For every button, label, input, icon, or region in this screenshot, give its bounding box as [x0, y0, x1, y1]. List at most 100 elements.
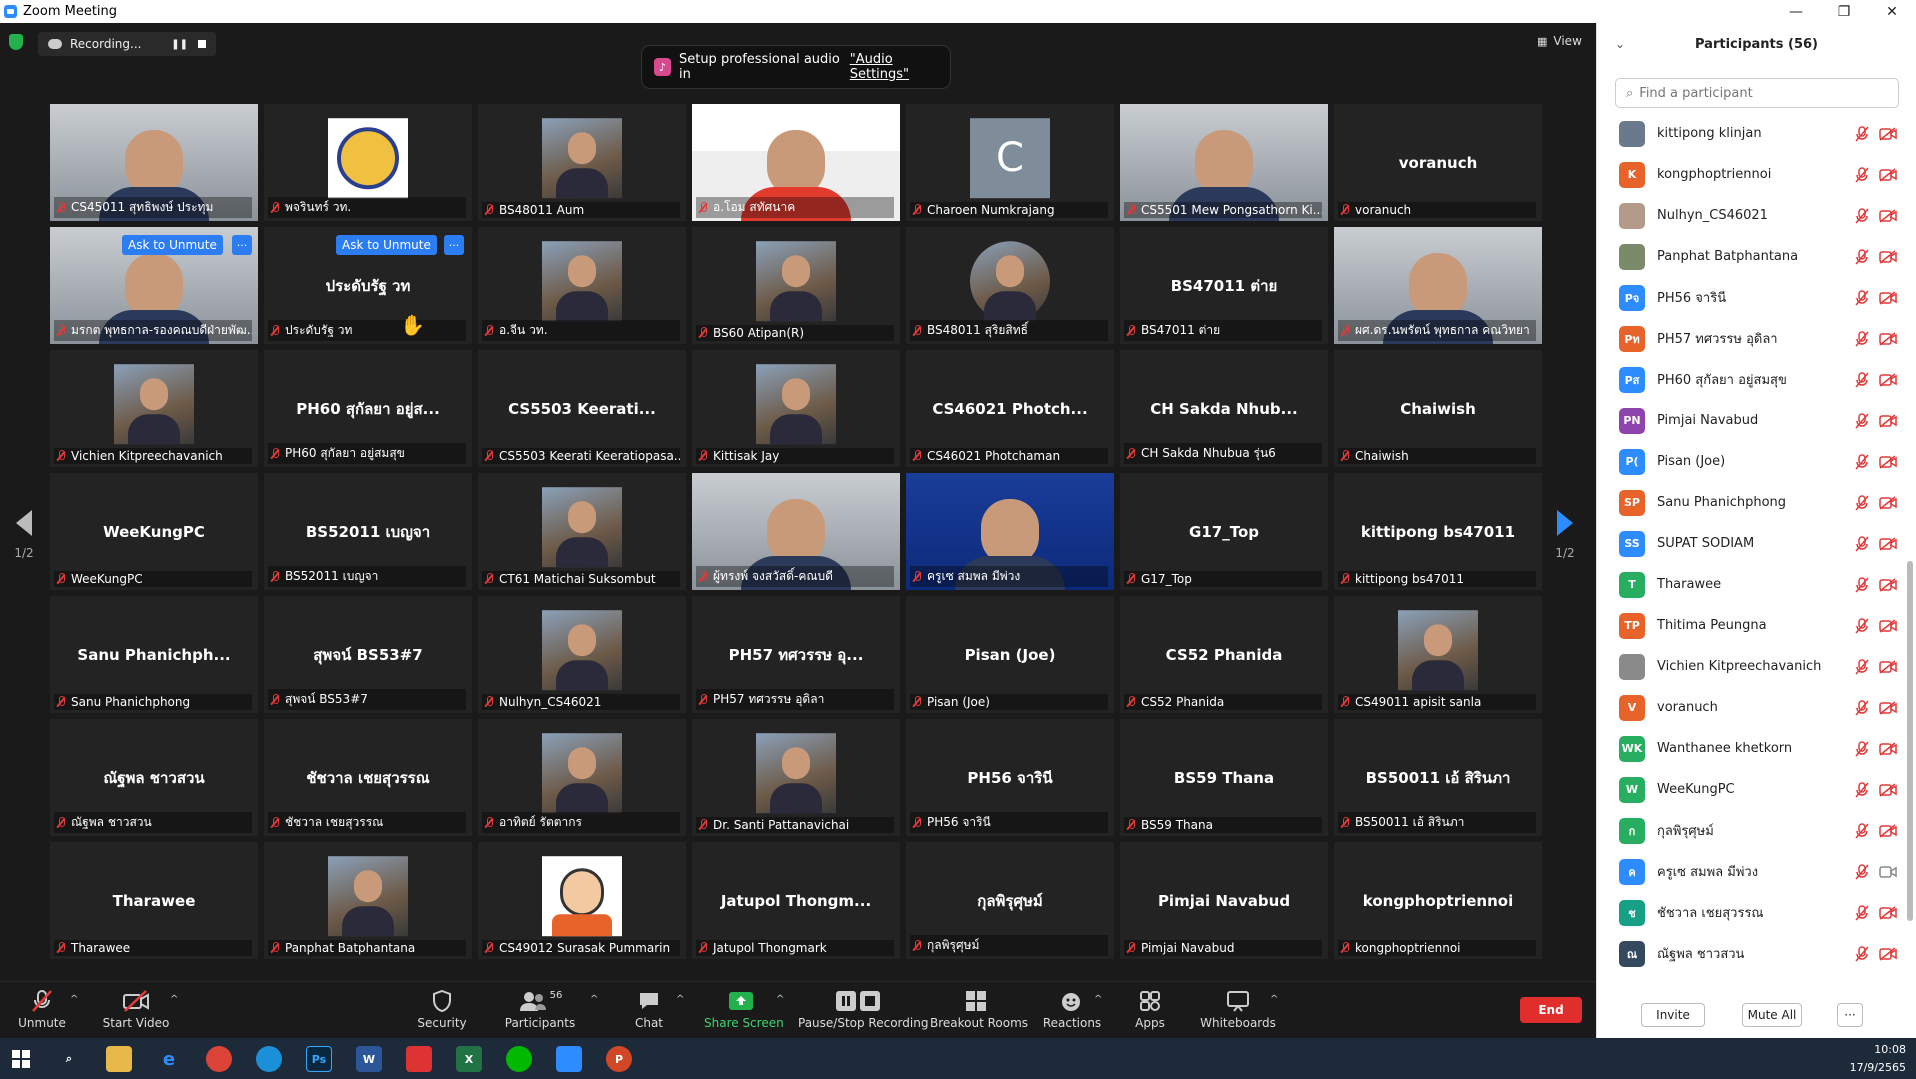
- muted-mic-icon[interactable]: [1855, 822, 1869, 839]
- participant-tile[interactable]: Jatupol Thongm... Jatupol Thongmark: [692, 842, 900, 959]
- muted-mic-icon[interactable]: [1855, 412, 1869, 429]
- muted-mic-icon[interactable]: [1855, 863, 1869, 880]
- muted-mic-icon[interactable]: [1855, 658, 1869, 675]
- participant-tile[interactable]: PH60 สุกัลยา อยู่ส... PH60 สุกัลยา อยู่สม…: [264, 350, 472, 467]
- participant-tile[interactable]: Nulhyn_CS46021: [478, 596, 686, 713]
- video-off-icon[interactable]: [1879, 290, 1897, 305]
- video-off-icon[interactable]: [1879, 372, 1897, 387]
- participant-tile[interactable]: Chaiwish Chaiwish: [1334, 350, 1542, 467]
- video-off-icon[interactable]: [1879, 946, 1897, 961]
- participant-tile[interactable]: สุพจน์ BS53#7 สุพจน์ BS53#7: [264, 596, 472, 713]
- participant-tile[interactable]: voranuch voranuch: [1334, 104, 1542, 221]
- participant-row[interactable]: W WeeKungPC: [1597, 769, 1903, 810]
- chat-button[interactable]: Chat: [626, 982, 672, 1039]
- participant-tile[interactable]: Dr. Santi Pattanavichai: [692, 719, 900, 836]
- whiteboards-button[interactable]: Whiteboards: [1196, 982, 1280, 1039]
- prev-page-button[interactable]: 1/2: [12, 510, 36, 560]
- participant-tile[interactable]: BS48011 สุริยสิทธิ์: [906, 227, 1114, 344]
- participant-row[interactable]: Nulhyn_CS46021: [1597, 195, 1903, 236]
- pause-recording-icon[interactable]: ❚❚: [171, 39, 188, 50]
- video-off-icon[interactable]: [1879, 413, 1897, 428]
- stop-recording-icon[interactable]: [198, 40, 206, 48]
- muted-mic-icon[interactable]: [1855, 699, 1869, 716]
- participant-tile[interactable]: Kittisak Jay: [692, 350, 900, 467]
- video-off-icon[interactable]: [1879, 700, 1897, 715]
- participant-row[interactable]: Pท PH57 ทศวรรษ อุดิลา: [1597, 318, 1903, 359]
- muted-mic-icon[interactable]: [1855, 371, 1869, 388]
- participant-row[interactable]: Panphat Batphantana: [1597, 236, 1903, 277]
- participant-tile[interactable]: Panphat Batphantana: [264, 842, 472, 959]
- start-video-button[interactable]: Start Video: [100, 982, 172, 1039]
- muted-mic-icon[interactable]: [1855, 576, 1869, 593]
- apps-button[interactable]: Apps: [1130, 982, 1170, 1039]
- participant-tile[interactable]: Sanu Phanichph... Sanu Phanichphong: [50, 596, 258, 713]
- participant-tile[interactable]: ผศ.ดร.นพรัตน์ พุทธกาล คณวิทยา: [1334, 227, 1542, 344]
- recording-indicator[interactable]: Recording... ❚❚: [38, 32, 216, 56]
- file-explorer-icon[interactable]: [106, 1046, 132, 1072]
- system-clock[interactable]: 10:08 17/9/2565: [1850, 1041, 1906, 1077]
- participant-tile[interactable]: PH57 ทศวรรษ อุ... PH57 ทศวรรษ อุดิลา: [692, 596, 900, 713]
- excel-icon[interactable]: X: [456, 1046, 482, 1072]
- video-off-icon[interactable]: [1879, 577, 1897, 592]
- participant-tile[interactable]: BS47011 ต่าย BS47011 ต่าย: [1120, 227, 1328, 344]
- participant-tile[interactable]: CS46021 Photch... CS46021 Photchaman: [906, 350, 1114, 467]
- muted-mic-icon[interactable]: [1855, 453, 1869, 470]
- participants-caret[interactable]: ^: [590, 994, 598, 1005]
- word-icon[interactable]: W: [356, 1046, 382, 1072]
- participant-tile[interactable]: ครูเซ สมพล มีพ่วง: [906, 473, 1114, 590]
- encryption-shield-icon[interactable]: [9, 34, 23, 50]
- view-button[interactable]: ▦ View: [1537, 34, 1582, 48]
- share-screen-button[interactable]: Share Screen: [704, 982, 784, 1039]
- participant-tile[interactable]: พจรินทร์ วท.: [264, 104, 472, 221]
- participant-tile[interactable]: CS49012 Surasak Pummarin: [478, 842, 686, 959]
- security-button[interactable]: Security: [412, 982, 472, 1039]
- participant-tile[interactable]: มรกต พุทธกาล-รองคณบดีฝ่ายพัฒ... Ask to Un…: [50, 227, 258, 344]
- maximize-button[interactable]: ❐: [1820, 0, 1868, 23]
- video-options-caret[interactable]: ^: [170, 994, 178, 1005]
- participant-row[interactable]: SP Sanu Phanichphong: [1597, 482, 1903, 523]
- participant-row[interactable]: PN Pimjai Navabud: [1597, 400, 1903, 441]
- close-button[interactable]: ✕: [1868, 0, 1916, 23]
- muted-mic-icon[interactable]: [1855, 535, 1869, 552]
- participant-tile[interactable]: kittipong bs47011 kittipong bs47011: [1334, 473, 1542, 590]
- muted-mic-icon[interactable]: [1855, 330, 1869, 347]
- tile-more-button[interactable]: ···: [444, 235, 464, 255]
- share-screen-caret[interactable]: ^: [776, 994, 784, 1005]
- participant-list[interactable]: kittipong klinjan Kkongphoptriennoi Nulhyn…: [1597, 113, 1903, 1008]
- participant-tile[interactable]: CS45011 สุทธิพงษ์ ประทุม: [50, 104, 258, 221]
- audio-settings-banner[interactable]: ♪ Setup professional audio in "Audio Set…: [642, 46, 950, 88]
- video-off-icon[interactable]: [1879, 495, 1897, 510]
- tile-more-button[interactable]: ···: [232, 235, 252, 255]
- ask-to-unmute-button[interactable]: Ask to Unmute: [336, 235, 437, 255]
- participant-tile[interactable]: ประดับรัฐ วท ประดับรัฐ วท Ask to Unmute ···…: [264, 227, 472, 344]
- video-off-icon[interactable]: [1879, 782, 1897, 797]
- video-off-icon[interactable]: [1879, 741, 1897, 756]
- participant-tile[interactable]: kongphoptriennoi kongphoptriennoi: [1334, 842, 1542, 959]
- participant-row[interactable]: ช ชัชวาล เชยสุวรรณ: [1597, 892, 1903, 933]
- muted-mic-icon[interactable]: [1855, 494, 1869, 511]
- audio-settings-link[interactable]: "Audio Settings": [850, 52, 950, 82]
- participant-tile[interactable]: WeeKungPC WeeKungPC: [50, 473, 258, 590]
- acrobat-icon[interactable]: [406, 1046, 432, 1072]
- video-off-icon[interactable]: [1879, 536, 1897, 551]
- participant-tile[interactable]: ณัฐพล ชาวสวน ณัฐพล ชาวสวน: [50, 719, 258, 836]
- breakout-rooms-button[interactable]: Breakout Rooms: [930, 982, 1028, 1039]
- muted-mic-icon[interactable]: [1855, 125, 1869, 142]
- search-input[interactable]: [1639, 85, 1880, 101]
- participant-row[interactable]: P(Pisan (Joe): [1597, 441, 1903, 482]
- participant-tile[interactable]: CS5501 Mew Pongsathorn Ki...: [1120, 104, 1328, 221]
- search-icon[interactable]: ⌕: [56, 1046, 82, 1072]
- participant-tile[interactable]: Vichien Kitpreechavanich: [50, 350, 258, 467]
- video-off-icon[interactable]: [1879, 659, 1897, 674]
- video-off-icon[interactable]: [1879, 905, 1897, 920]
- video-off-icon[interactable]: [1879, 618, 1897, 633]
- participant-tile[interactable]: ผู้ทรงพ์ จงสวัสดิ์-คณบดี: [692, 473, 900, 590]
- windows-start-icon[interactable]: [8, 1046, 34, 1072]
- participant-tile[interactable]: BS48011 Aum: [478, 104, 686, 221]
- audio-options-caret[interactable]: ^: [70, 994, 78, 1005]
- participant-tile[interactable]: ชัชวาล เชยสุวรรณ ชัชวาล เชยสุวรรณ: [264, 719, 472, 836]
- participant-row[interactable]: Vichien Kitpreechavanich: [1597, 646, 1903, 687]
- participant-tile[interactable]: BS60 Atipan(R): [692, 227, 900, 344]
- participant-tile[interactable]: CT61 Matichai Suksombut: [478, 473, 686, 590]
- video-off-icon[interactable]: [1879, 167, 1897, 182]
